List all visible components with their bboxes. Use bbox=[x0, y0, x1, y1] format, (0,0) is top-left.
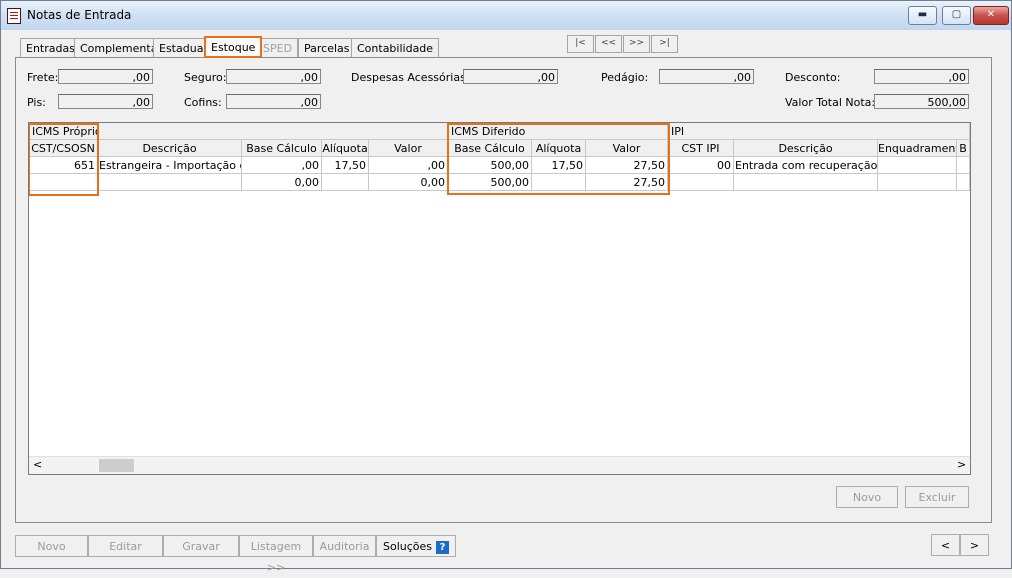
table-cell[interactable]: 00 bbox=[668, 157, 734, 174]
pedagio-label: Pedágio: bbox=[601, 71, 649, 84]
novo-button[interactable]: Novo bbox=[15, 535, 88, 557]
despesas-label: Despesas Acessórias: bbox=[351, 71, 470, 84]
total-cell bbox=[322, 174, 369, 191]
table-cell[interactable] bbox=[957, 157, 970, 174]
col-diferido-aliquota[interactable]: Alíquota bbox=[532, 140, 586, 157]
pis-field[interactable]: ,00 bbox=[58, 94, 153, 109]
auditoria-button[interactable]: Auditoria bbox=[313, 535, 376, 557]
group-icms-proprio-ext bbox=[98, 123, 448, 140]
col-descricao[interactable]: Descrição bbox=[98, 140, 242, 157]
total-cell: 0,00 bbox=[242, 174, 322, 191]
scroll-thumb[interactable] bbox=[99, 459, 134, 472]
col-base-calculo[interactable]: Base Cálculo bbox=[242, 140, 322, 157]
col-diferido-valor[interactable]: Valor bbox=[586, 140, 668, 157]
tab-entradas[interactable]: Entradas bbox=[20, 38, 81, 58]
scroll-right-icon[interactable]: > bbox=[957, 458, 966, 471]
tab-parcelas[interactable]: Parcelas bbox=[298, 38, 356, 58]
col-enquadramento[interactable]: Enquadramento bbox=[878, 140, 957, 157]
prev-record-button[interactable]: << bbox=[595, 35, 622, 53]
cofins-field[interactable]: ,00 bbox=[226, 94, 321, 109]
table-cell[interactable]: Estrangeira - Importação direta bbox=[98, 157, 242, 174]
col-aliquota[interactable]: Alíquota bbox=[322, 140, 369, 157]
total-cell: 0,00 bbox=[369, 174, 448, 191]
cofins-label: Cofins: bbox=[184, 96, 222, 109]
grid-excluir-button[interactable]: Excluir bbox=[905, 486, 969, 508]
total-cell bbox=[734, 174, 878, 191]
solucoes-button[interactable]: Soluções? bbox=[376, 535, 456, 557]
desconto-label: Desconto: bbox=[785, 71, 841, 84]
valor-total-field: 500,00 bbox=[874, 94, 969, 109]
editar-button[interactable]: Editar bbox=[88, 535, 163, 557]
total-cell bbox=[532, 174, 586, 191]
title-bar[interactable]: Notas de Entrada ▬ ▢ ✕ bbox=[1, 1, 1011, 30]
close-button[interactable]: ✕ bbox=[973, 6, 1009, 25]
table-cell[interactable] bbox=[878, 157, 957, 174]
table-cell[interactable]: 651 bbox=[29, 157, 98, 174]
solucoes-label: Soluções bbox=[382, 540, 433, 553]
frete-field[interactable]: ,00 bbox=[58, 69, 153, 84]
total-cell bbox=[878, 174, 957, 191]
document-icon bbox=[7, 8, 21, 24]
total-cell bbox=[957, 174, 970, 191]
main-window: Notas de Entrada ▬ ▢ ✕ Entradas Compleme… bbox=[0, 0, 1012, 574]
table-cell[interactable]: 500,00 bbox=[448, 157, 532, 174]
scroll-left-icon[interactable]: < bbox=[33, 458, 42, 471]
minimize-button[interactable]: ▬ bbox=[908, 6, 937, 25]
table-cell[interactable]: Entrada com recuperação de bbox=[734, 157, 878, 174]
table-cell[interactable]: ,00 bbox=[369, 157, 448, 174]
pedagio-field[interactable]: ,00 bbox=[659, 69, 754, 84]
prev-button[interactable]: < bbox=[931, 534, 960, 556]
seguro-field[interactable]: ,00 bbox=[226, 69, 321, 84]
tab-contabilidade[interactable]: Contabilidade bbox=[351, 38, 440, 58]
total-cell: 27,50 bbox=[586, 174, 668, 191]
col-diferido-base[interactable]: Base Cálculo bbox=[448, 140, 532, 157]
group-icms-diferido: ICMS Diferido bbox=[448, 123, 668, 140]
listagem-button[interactable]: Listagem >> bbox=[239, 535, 313, 574]
next-button[interactable]: > bbox=[960, 534, 989, 556]
group-icms-proprio: ICMS Próprio bbox=[29, 123, 98, 140]
col-cst-ipi[interactable]: CST IPI bbox=[668, 140, 734, 157]
maximize-button[interactable]: ▢ bbox=[942, 6, 971, 25]
table-cell[interactable]: ,00 bbox=[242, 157, 322, 174]
desconto-field[interactable]: ,00 bbox=[874, 69, 969, 84]
col-cst-csosn[interactable]: CST/CSOSN bbox=[29, 140, 98, 157]
next-record-button[interactable]: >> bbox=[623, 35, 650, 53]
grid-novo-button[interactable]: Novo bbox=[836, 486, 898, 508]
items-grid[interactable]: ICMS Próprio ICMS Diferido IPI CST/CSOSN… bbox=[28, 122, 971, 475]
col-valor[interactable]: Valor bbox=[369, 140, 448, 157]
tab-estoque[interactable]: Estoque bbox=[204, 36, 263, 58]
table-cell[interactable]: 17,50 bbox=[532, 157, 586, 174]
help-icon: ? bbox=[436, 540, 450, 554]
gravar-button[interactable]: Gravar bbox=[163, 535, 239, 557]
col-ipi-descricao[interactable]: Descrição bbox=[734, 140, 878, 157]
total-cell: 500,00 bbox=[448, 174, 532, 191]
table-cell[interactable]: 27,50 bbox=[586, 157, 668, 174]
table-cell[interactable]: 17,50 bbox=[322, 157, 369, 174]
total-cell bbox=[668, 174, 734, 191]
seguro-label: Seguro: bbox=[184, 71, 227, 84]
despesas-field[interactable]: ,00 bbox=[463, 69, 558, 84]
total-cell bbox=[29, 174, 98, 191]
frete-label: Frete: bbox=[27, 71, 59, 84]
window-title: Notas de Entrada bbox=[27, 8, 132, 22]
horizontal-scrollbar[interactable]: < > bbox=[29, 456, 970, 474]
last-record-button[interactable]: >| bbox=[651, 35, 678, 53]
first-record-button[interactable]: |< bbox=[567, 35, 594, 53]
tab-sped: SPED bbox=[257, 38, 299, 58]
col-b[interactable]: B bbox=[957, 140, 970, 157]
total-cell bbox=[98, 174, 242, 191]
pis-label: Pis: bbox=[27, 96, 46, 109]
group-ipi: IPI bbox=[668, 123, 970, 140]
valor-total-label: Valor Total Nota: bbox=[785, 96, 876, 109]
